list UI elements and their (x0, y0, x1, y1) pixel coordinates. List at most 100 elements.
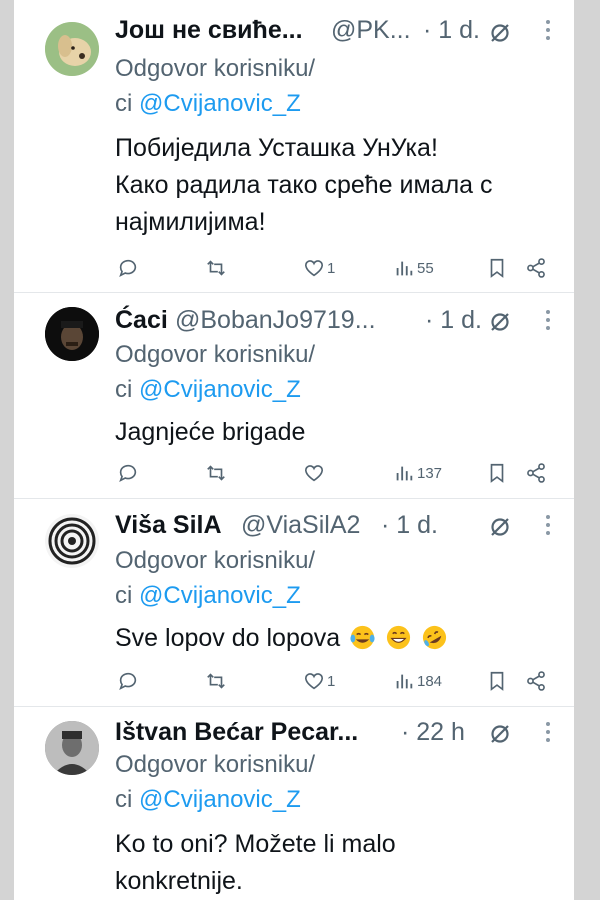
retweet-icon (207, 465, 225, 481)
grinning-face-icon (387, 625, 411, 650)
display-name[interactable]: Још не свиће... (115, 16, 303, 45)
reply-line2: ci (115, 786, 133, 813)
display-name[interactable]: Viša SilA (115, 511, 222, 540)
tweet[interactable]: Ištvan Bećar Pecar... · 22 h Odgovor kor… (14, 707, 574, 900)
grok-icon[interactable] (488, 515, 512, 539)
like-button[interactable] (303, 458, 327, 488)
mention-link[interactable]: @Cvijanovic_Z (139, 786, 301, 813)
share-button[interactable] (525, 666, 547, 696)
action-bar: 1 55 (115, 253, 555, 283)
tweet-text: Jagnjeće brigade (115, 414, 554, 451)
tweet[interactable]: Ćaci @BobanJo9719... · 1 d. Odgovor kori… (14, 293, 574, 499)
reply-line2: ci (115, 376, 133, 403)
tweet-header: Ćaci @BobanJo9719... · 1 d. (115, 304, 554, 338)
retweet-button[interactable] (205, 666, 229, 696)
view-count: 184 (417, 672, 443, 690)
reply-context: Odgovor korisniku/ ci @Cvijanovic_Z (115, 747, 315, 817)
more-options-icon[interactable] (546, 515, 552, 539)
avatar[interactable] (45, 721, 99, 775)
like-count: 1 (327, 259, 336, 277)
heart-icon (304, 260, 324, 277)
like-button[interactable]: 1 (303, 253, 335, 283)
retweet-icon (207, 260, 225, 276)
display-name[interactable]: Ištvan Bećar Pecar... (115, 718, 358, 747)
reply-prefix: Odgovor korisniku/ (115, 751, 316, 778)
more-options-icon[interactable] (546, 722, 552, 746)
handle[interactable]: @ViaSilA2 (241, 511, 360, 540)
retweet-icon (207, 673, 225, 689)
bookmark-button[interactable] (486, 458, 508, 488)
avatar[interactable] (45, 307, 99, 361)
handle[interactable]: @PK... (331, 16, 411, 45)
mention-link[interactable]: @Cvijanovic_Z (139, 376, 301, 403)
view-count: 55 (417, 259, 434, 277)
bookmark-icon (490, 258, 504, 278)
views-button[interactable]: 184 (393, 666, 442, 696)
mention-link[interactable]: @Cvijanovic_Z (139, 582, 301, 609)
tweet-text-line: најмилијима! (115, 208, 266, 236)
reply-button[interactable] (117, 253, 141, 283)
timestamp[interactable]: · 1 d. (423, 16, 480, 45)
timestamp[interactable]: · 22 h (401, 718, 465, 747)
bookmark-icon (490, 463, 504, 483)
retweet-button[interactable] (205, 253, 229, 283)
grok-icon[interactable] (488, 21, 512, 45)
reply-line2: ci (115, 582, 133, 609)
avatar[interactable] (45, 514, 99, 568)
more-options-icon[interactable] (546, 310, 552, 334)
tweet-text-line: konkretnije. (115, 867, 243, 895)
heart-icon (304, 465, 324, 482)
views-button[interactable]: 137 (393, 458, 442, 488)
views-button[interactable]: 55 (393, 253, 434, 283)
reply-icon (119, 672, 137, 690)
heart-icon (304, 673, 324, 690)
reply-thread: Још не свиће... @PK... · 1 d. Odgovor ko… (14, 0, 574, 900)
avatar[interactable] (45, 22, 99, 76)
tweet-text: Побиједила Усташка УнУка! Како радила та… (115, 130, 554, 241)
face-with-tears-of-joy-icon (350, 625, 375, 650)
rolling-on-the-floor-laughing-icon (422, 625, 447, 650)
reply-line2: ci (115, 90, 133, 117)
share-icon (527, 671, 545, 691)
tweet[interactable]: Још не свиће... @PK... · 1 d. Odgovor ko… (14, 0, 574, 293)
views-icon (396, 261, 413, 276)
view-count: 137 (417, 464, 443, 482)
tweet-header: Viša SilA @ViaSilA2 · 1 d. (115, 509, 554, 543)
views-icon (396, 466, 413, 481)
reply-context: Odgovor korisniku/ ci @Cvijanovic_Z (115, 337, 315, 407)
share-button[interactable] (525, 253, 547, 283)
tweet-text-line: Jagnjeće brigade (115, 418, 306, 446)
like-button[interactable]: 1 (303, 666, 335, 696)
reply-icon (119, 259, 137, 277)
share-icon (527, 258, 545, 278)
views-icon (396, 674, 413, 689)
timestamp[interactable]: · 1 d. (425, 306, 482, 335)
tweet-text-line: Побиједила Усташка УнУка! (115, 134, 438, 162)
bookmark-button[interactable] (486, 666, 508, 696)
grok-icon[interactable] (488, 722, 512, 746)
grok-icon[interactable] (488, 310, 512, 334)
tweet-text-line: Ko to oni? Možete li malo (115, 830, 396, 858)
share-button[interactable] (525, 458, 547, 488)
action-bar: 1 184 (115, 666, 555, 696)
reply-button[interactable] (117, 458, 141, 488)
share-icon (527, 463, 545, 483)
tweet-text: Sve lopov do lopova (115, 620, 554, 657)
display-name[interactable]: Ćaci (115, 306, 168, 335)
handle[interactable]: @BobanJo9719... (175, 306, 376, 335)
like-count: 1 (327, 672, 336, 690)
action-bar: 137 (115, 458, 555, 488)
reply-button[interactable] (117, 666, 141, 696)
reply-context: Odgovor korisniku/ ci @Cvijanovic_Z (115, 543, 315, 613)
tweet[interactable]: Viša SilA @ViaSilA2 · 1 d. Odgovor koris… (14, 499, 574, 707)
reply-prefix: Odgovor korisniku/ (115, 547, 316, 574)
bookmark-button[interactable] (486, 253, 508, 283)
mention-link[interactable]: @Cvijanovic_Z (139, 90, 301, 117)
retweet-button[interactable] (205, 458, 229, 488)
tweet-text: Ko to oni? Možete li malo konkretnije. (115, 826, 554, 900)
reply-context: Odgovor korisniku/ ci @Cvijanovic_Z (115, 51, 315, 121)
timestamp[interactable]: · 1 d. (381, 511, 438, 540)
reply-icon (119, 464, 137, 482)
more-options-icon[interactable] (546, 20, 552, 44)
bookmark-icon (490, 671, 504, 691)
